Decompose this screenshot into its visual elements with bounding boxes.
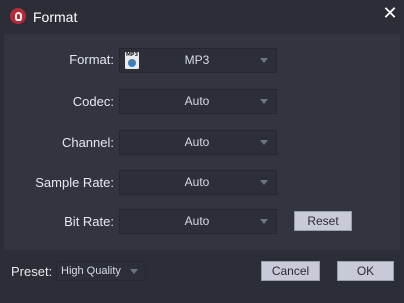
reset-button[interactable]: Reset [294,211,352,231]
window-title: Format [33,9,78,25]
chevron-down-icon [260,140,268,145]
bit-rate-value: Auto [184,214,210,228]
channel-label: Channel: [61,135,114,150]
chevron-down-icon [260,99,268,104]
sample-rate-select[interactable]: Auto [119,170,277,195]
codec-select[interactable]: Auto [119,89,277,114]
channel-select[interactable]: Auto [119,130,277,155]
chevron-down-icon [130,269,138,274]
format-value: MP3 [184,53,210,67]
format-select[interactable]: MP3 MP3 [119,48,277,73]
bit-rate-label: Bit Rate: [64,214,114,229]
sample-rate-value: Auto [184,175,210,189]
chevron-down-icon [260,180,268,185]
ok-button[interactable]: OK [337,261,394,281]
preset-select[interactable]: High Quality [56,261,146,281]
codec-label: Codec: [72,94,114,109]
chevron-down-icon [260,58,268,63]
sample-rate-label: Sample Rate: [35,175,114,190]
bit-rate-select[interactable]: Auto [119,209,277,234]
channel-value: Auto [184,135,210,149]
chevron-down-icon [260,219,268,224]
app-logo-icon [10,8,26,24]
format-label: Format: [69,52,114,67]
preset-label: Preset: [11,264,53,279]
codec-value: Auto [184,94,210,108]
close-icon[interactable]: ✕ [382,5,398,23]
cancel-button[interactable]: Cancel [261,261,320,281]
preset-value: High Quality [61,265,121,277]
title-bar: Format ✕ [0,0,404,34]
